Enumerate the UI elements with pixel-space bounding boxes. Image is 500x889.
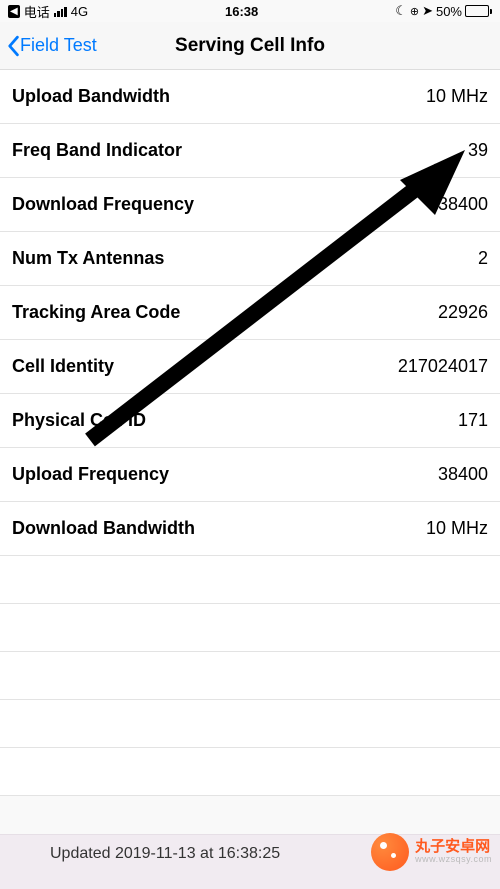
signal-icon	[54, 6, 67, 17]
battery-pct: 50%	[436, 4, 462, 19]
row-label: Freq Band Indicator	[12, 140, 182, 161]
list-item-empty	[0, 652, 500, 700]
location-icon: ➤	[422, 3, 433, 19]
row-label: Num Tx Antennas	[12, 248, 164, 269]
list-item: Freq Band Indicator 39	[0, 124, 500, 178]
row-value: 171	[458, 410, 488, 431]
row-value: 38400	[438, 464, 488, 485]
cell-info-list[interactable]: Upload Bandwidth 10 MHz Freq Band Indica…	[0, 70, 500, 796]
list-item: Num Tx Antennas 2	[0, 232, 500, 286]
row-label: Upload Frequency	[12, 464, 169, 485]
list-item: Tracking Area Code 22926	[0, 286, 500, 340]
list-item-empty	[0, 604, 500, 652]
row-label: Physical Cell ID	[12, 410, 146, 431]
status-right: ☾ ⊕ ➤ 50%	[395, 3, 492, 19]
row-value: 22926	[438, 302, 488, 323]
row-value: 2	[478, 248, 488, 269]
list-item: Download Frequency 38400	[0, 178, 500, 232]
status-bar: ◀ 电话 4G 16:38 ☾ ⊕ ➤ 50%	[0, 0, 500, 22]
row-label: Tracking Area Code	[12, 302, 180, 323]
row-value: 38400	[438, 194, 488, 215]
list-item: Physical Cell ID 171	[0, 394, 500, 448]
list-item: Upload Bandwidth 10 MHz	[0, 70, 500, 124]
footer: Updated 2019-11-13 at 16:38:25	[0, 834, 500, 889]
list-item: Cell Identity 217024017	[0, 340, 500, 394]
network-label: 4G	[71, 4, 88, 19]
nav-bar: Field Test Serving Cell Info	[0, 22, 500, 70]
row-label: Download Bandwidth	[12, 518, 195, 539]
page-title: Serving Cell Info	[175, 35, 325, 57]
row-value: 10 MHz	[426, 86, 488, 107]
carrier-label: 电话	[24, 2, 50, 21]
row-label: Cell Identity	[12, 356, 114, 377]
carrier-badge: ◀	[8, 5, 20, 18]
chevron-left-icon	[6, 35, 20, 57]
back-label: Field Test	[20, 35, 97, 56]
alarm-icon: ⊕	[410, 5, 419, 18]
list-item: Upload Frequency 38400	[0, 448, 500, 502]
row-value: 10 MHz	[426, 518, 488, 539]
status-left: ◀ 电话 4G	[8, 2, 88, 21]
list-item-empty	[0, 556, 500, 604]
moon-icon: ☾	[395, 3, 407, 19]
list-item-empty	[0, 700, 500, 748]
updated-timestamp: Updated 2019-11-13 at 16:38:25	[0, 845, 500, 863]
row-value: 39	[468, 140, 488, 161]
battery-icon	[465, 5, 492, 17]
row-value: 217024017	[398, 356, 488, 377]
status-time: 16:38	[225, 4, 258, 19]
row-label: Download Frequency	[12, 194, 194, 215]
row-label: Upload Bandwidth	[12, 86, 170, 107]
list-item-empty	[0, 748, 500, 796]
list-item: Download Bandwidth 10 MHz	[0, 502, 500, 556]
back-button[interactable]: Field Test	[0, 35, 97, 57]
